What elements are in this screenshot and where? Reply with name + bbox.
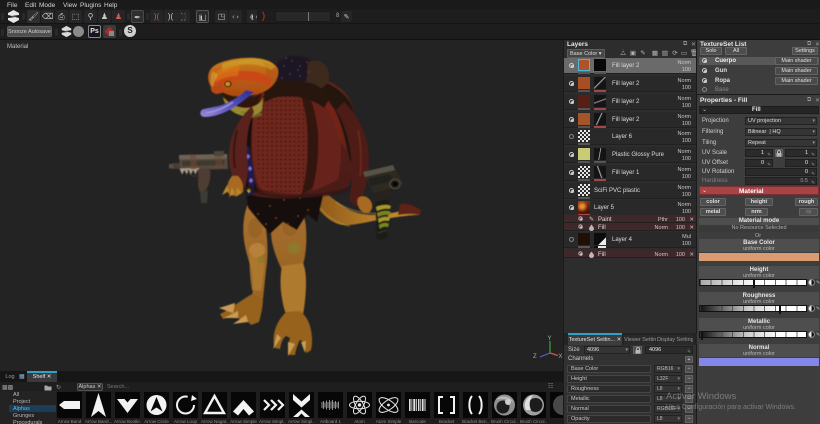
svg-text:X: X — [559, 354, 563, 360]
svg-text:Y: Y — [548, 336, 552, 342]
svg-text:Z: Z — [533, 354, 537, 360]
